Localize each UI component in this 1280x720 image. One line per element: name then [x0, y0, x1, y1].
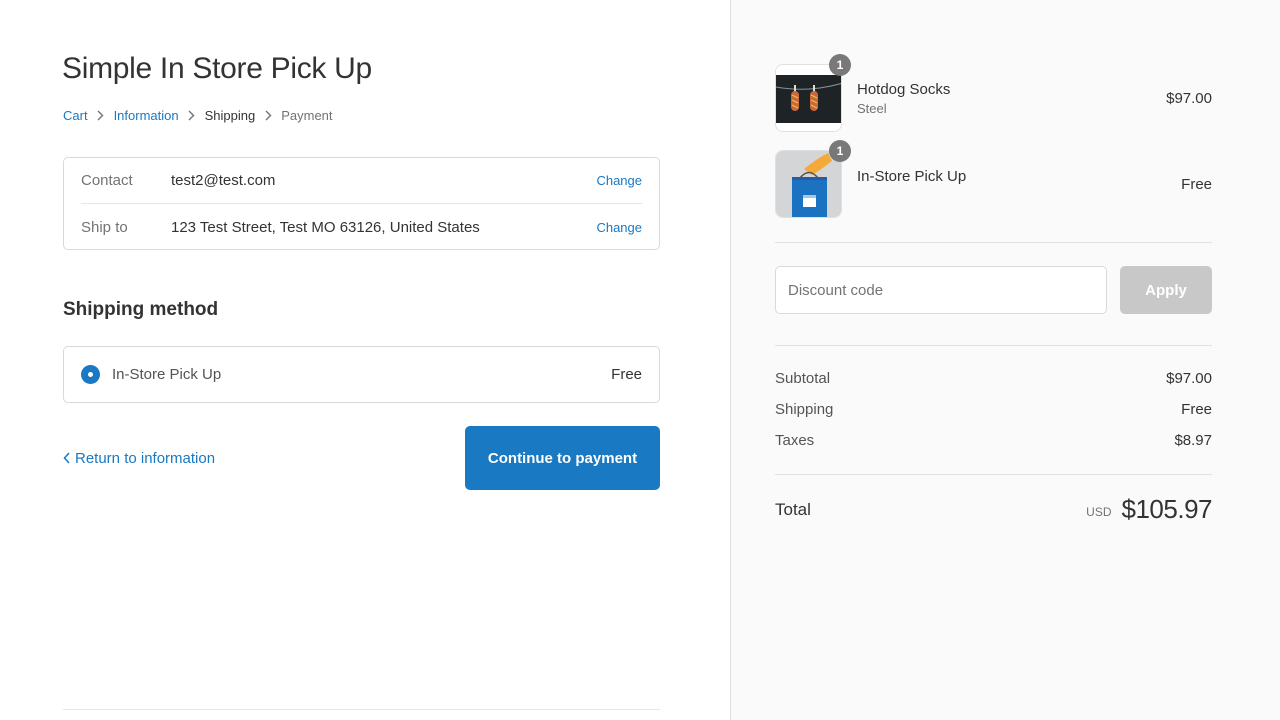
subtotal-row: Subtotal $97.00 — [775, 370, 1212, 387]
breadcrumb-cart[interactable]: Cart — [63, 108, 88, 123]
contact-value: test2@test.com — [171, 172, 276, 189]
continue-to-payment-button[interactable]: Continue to payment — [465, 426, 660, 490]
taxes-row: Taxes $8.97 — [775, 432, 1212, 449]
product-thumbnail: 1 — [775, 140, 851, 218]
sidebar-divider — [775, 242, 1212, 243]
contact-label: Contact — [81, 172, 133, 189]
sidebar-divider — [775, 474, 1212, 475]
discount-code-input[interactable] — [775, 266, 1107, 314]
quantity-badge: 1 — [829, 140, 851, 162]
item-price: $97.00 — [1166, 89, 1212, 107]
store-pickup-image — [776, 151, 841, 217]
subtotal-value: $97.00 — [1166, 370, 1212, 387]
product-thumbnail: 1 — [775, 54, 851, 132]
breadcrumb-information[interactable]: Information — [114, 108, 179, 123]
return-link-label: Return to information — [75, 450, 216, 467]
total-amount: $105.97 — [1121, 494, 1213, 524]
review-block: Contact test2@test.com Change Ship to 12… — [63, 157, 660, 250]
subtotal-label: Subtotal — [775, 370, 831, 387]
shipping-option-label: In-Store Pick Up — [112, 366, 222, 383]
chevron-right-icon — [88, 110, 114, 121]
total-value: USD $105.97 — [1086, 494, 1212, 525]
line-item: 1 In-Store Pick Up Free — [775, 140, 1212, 218]
total-row: Total USD $105.97 — [775, 494, 1213, 525]
shipping-radio[interactable] — [81, 365, 100, 384]
chevron-right-icon — [179, 110, 205, 121]
item-info: Hotdog Socks Steel — [842, 81, 1166, 116]
ship-to-label: Ship to — [81, 218, 128, 236]
shipping-method-title: Shipping method — [63, 299, 219, 320]
breadcrumb: Cart Information Shipping Payment — [63, 108, 333, 123]
apply-discount-button[interactable]: Apply — [1120, 266, 1212, 314]
item-name: In-Store Pick Up — [857, 168, 967, 185]
change-contact-link[interactable]: Change — [596, 173, 642, 188]
shipping-label: Shipping — [775, 401, 834, 418]
taxes-label: Taxes — [775, 432, 815, 449]
breadcrumb-shipping: Shipping — [204, 108, 256, 123]
shipping-option[interactable]: In-Store Pick Up Free — [63, 346, 660, 403]
review-row-contact: Contact test2@test.com Change — [81, 158, 642, 204]
total-label: Total — [775, 499, 811, 519]
item-price: Free — [1181, 175, 1212, 193]
chevron-right-icon — [255, 110, 281, 121]
return-to-information-link[interactable]: Return to information — [63, 450, 215, 467]
main-content: Simple In Store Pick Up Cart Information… — [0, 0, 730, 720]
line-item: 1 Hotdog Socks Steel $97.00 — [775, 54, 1212, 132]
item-info: In-Store Pick Up — [842, 150, 1181, 185]
radio-dot-icon — [88, 372, 93, 377]
quantity-badge: 1 — [829, 54, 851, 76]
taxes-value: $8.97 — [1174, 432, 1212, 449]
review-row-ship-to: Ship to 123 Test Street, Test MO 63126, … — [81, 204, 642, 250]
ship-to-value: 123 Test Street, Test MO 63126, United S… — [171, 218, 480, 236]
sidebar-divider — [775, 345, 1212, 346]
breadcrumb-payment: Payment — [281, 108, 333, 123]
change-ship-to-link[interactable]: Change — [596, 220, 642, 235]
shop-title: Simple In Store Pick Up — [62, 52, 372, 85]
chevron-left-icon — [63, 451, 70, 467]
shipping-option-price: Free — [611, 366, 642, 383]
footer-divider — [63, 709, 660, 710]
hotdog-socks-image — [776, 65, 841, 131]
item-variant: Steel — [857, 100, 887, 116]
item-name: Hotdog Socks — [857, 80, 951, 98]
total-currency: USD — [1086, 504, 1112, 519]
shipping-value: Free — [1181, 401, 1212, 418]
shipping-row: Shipping Free — [775, 401, 1212, 418]
